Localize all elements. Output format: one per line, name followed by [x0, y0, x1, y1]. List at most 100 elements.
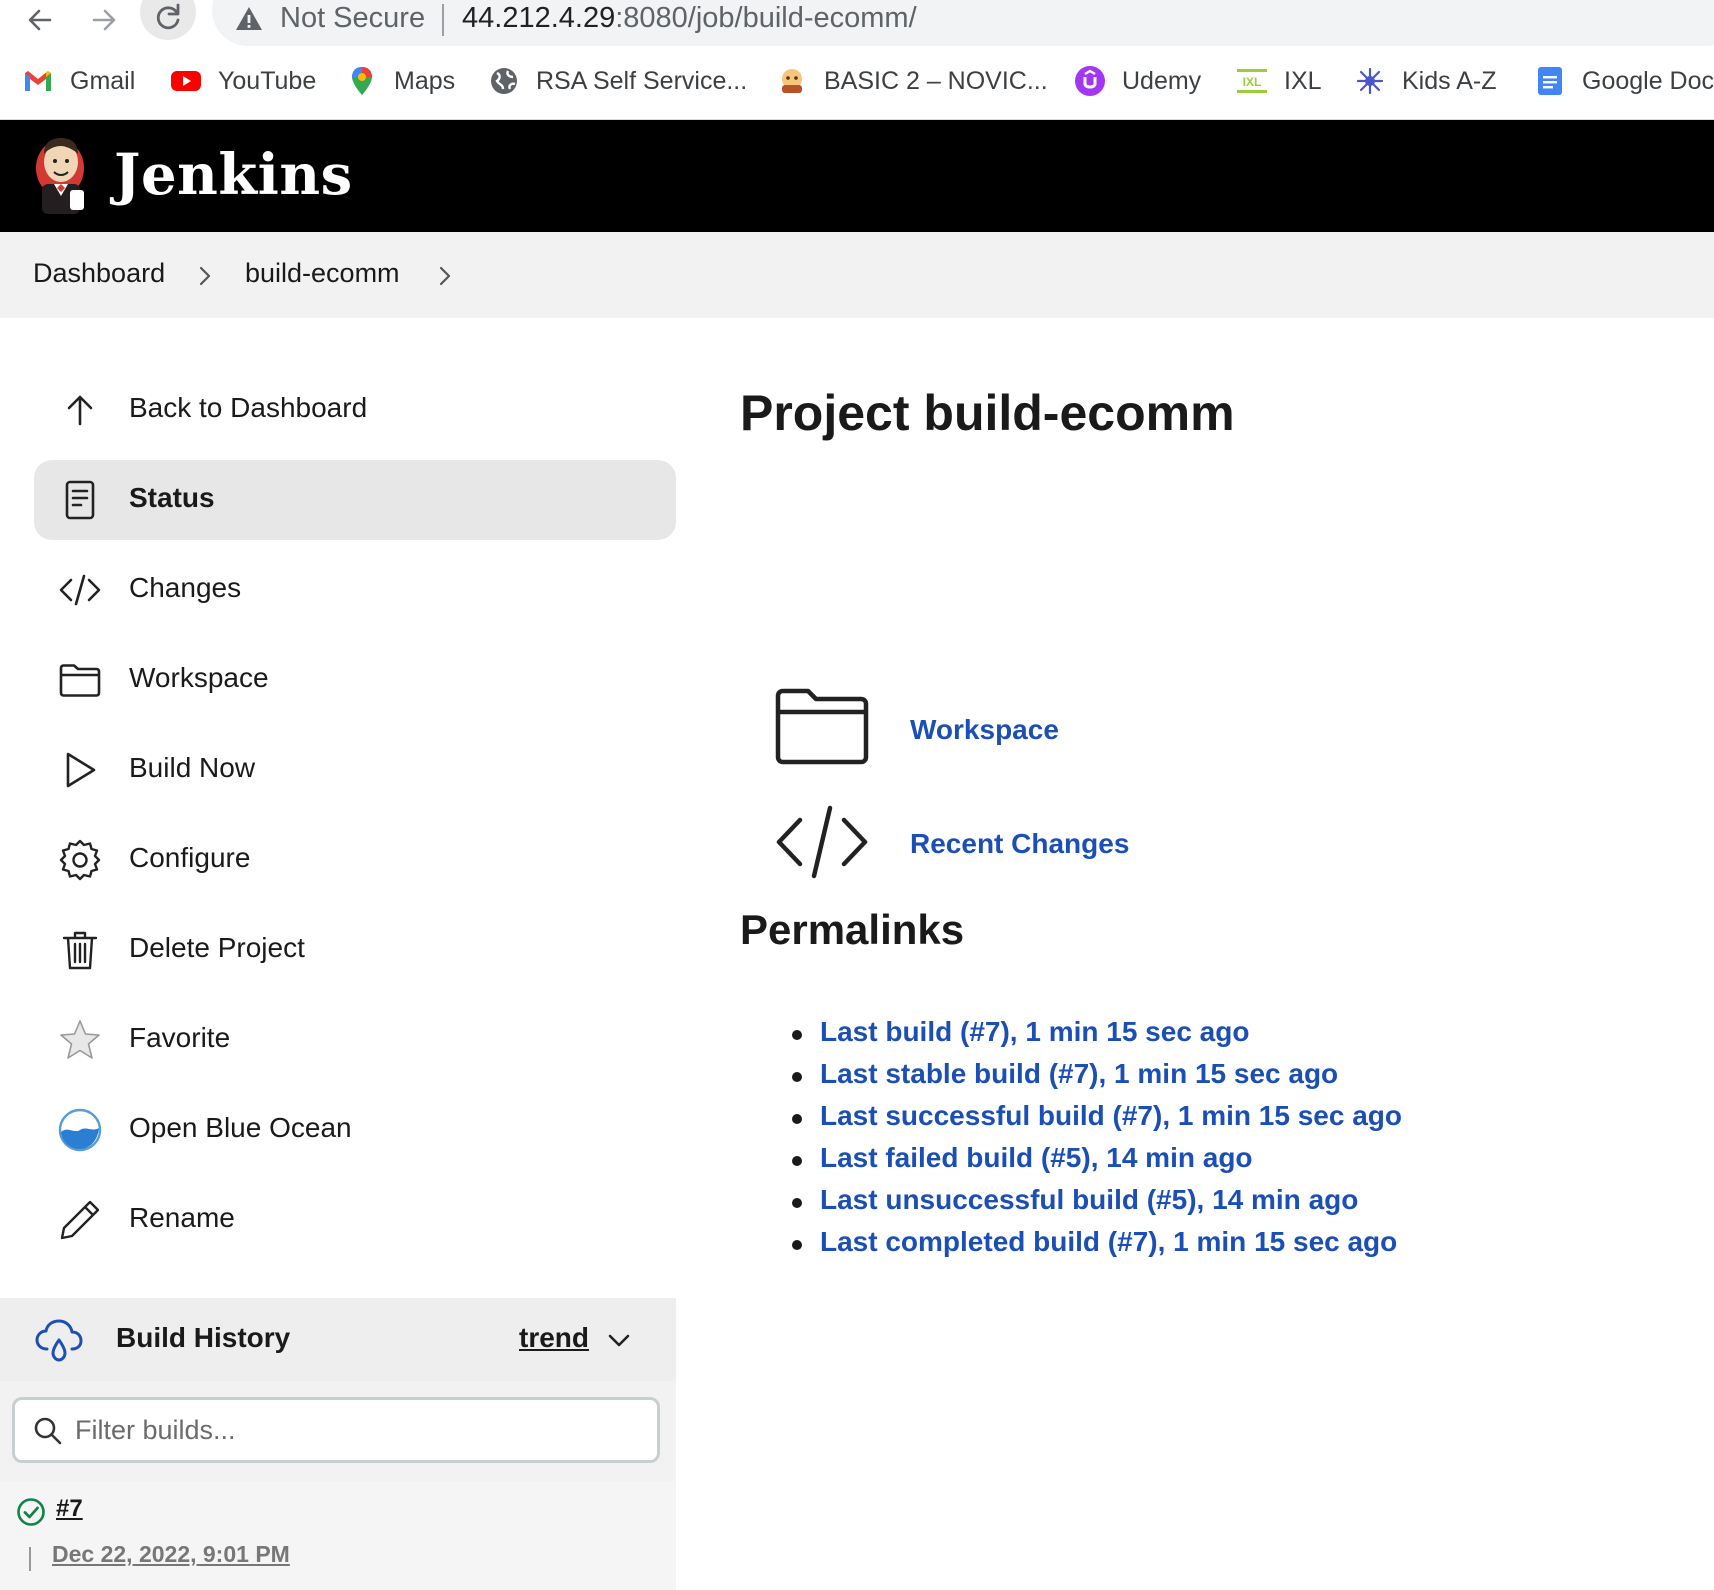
browser-chrome: Not Secure 44.212.4.29:8080/job/build-ec… [0, 0, 1714, 120]
permalink-item[interactable]: Last build (#7), 1 min 15 sec ago [792, 1016, 1402, 1058]
task-label: Rename [129, 1202, 235, 1233]
play-icon [66, 752, 96, 788]
arrow-right-icon [92, 9, 116, 31]
permalink-label[interactable]: Last unsuccessful build (#5), 14 min ago [820, 1184, 1358, 1215]
bookmarks-bar: Gmail YouTube Maps RSA Self Service... B… [0, 58, 1714, 104]
search-icon [34, 1417, 62, 1445]
build-date-link[interactable]: Dec 22, 2022, 9:01 PM [52, 1541, 290, 1568]
bookmark-google-doc[interactable]: Google Doc [1534, 58, 1714, 104]
youtube-icon [170, 65, 202, 97]
reload-button[interactable] [140, 0, 196, 40]
bookmark-label: YouTube [218, 66, 317, 95]
task-status[interactable]: Status [34, 460, 676, 540]
task-workspace[interactable]: Workspace [34, 640, 676, 720]
bullet [792, 1156, 802, 1166]
filter-area [0, 1381, 676, 1481]
task-delete-project[interactable]: Delete Project [34, 910, 676, 990]
svg-text:IXL: IXL [1243, 75, 1262, 89]
permalink-label[interactable]: Last stable build (#7), 1 min 15 sec ago [820, 1058, 1338, 1089]
permalinks-list: Last build (#7), 1 min 15 sec ago Last s… [792, 1016, 1402, 1268]
build-timeline-bar [29, 1547, 31, 1571]
bookmark-udemy[interactable]: Udemy [1074, 58, 1201, 104]
jenkins-butler-logo[interactable] [30, 132, 92, 218]
bookmark-label: BASIC 2 – NOVIC... [824, 66, 1048, 95]
url-text[interactable]: 44.212.4.29:8080/job/build-ecomm/ [462, 2, 917, 35]
bookmark-kids-az[interactable]: Kids A-Z [1354, 58, 1496, 104]
permalink-item[interactable]: Last stable build (#7), 1 min 15 sec ago [792, 1058, 1402, 1100]
maps-icon [346, 65, 378, 97]
filter-builds-input[interactable] [75, 1408, 635, 1452]
blue-ocean-icon [58, 1108, 102, 1152]
bookmark-label: Google Doc [1582, 66, 1714, 95]
security-label[interactable]: Not Secure [280, 2, 425, 35]
bookmark-label: Maps [394, 66, 456, 95]
code-icon[interactable] [774, 802, 870, 882]
task-label: Back to Dashboard [129, 392, 368, 423]
task-label: Changes [129, 572, 242, 603]
task-label: Build Now [129, 752, 256, 783]
jenkins-title[interactable]: Jenkins [114, 142, 353, 208]
task-label: Status [129, 482, 215, 513]
arrow-left-icon [28, 9, 52, 31]
bullet [792, 1030, 802, 1040]
task-configure[interactable]: Configure [34, 820, 676, 900]
code-icon [59, 574, 101, 606]
build-number-link[interactable]: #7 [56, 1495, 83, 1523]
workspace-link[interactable]: Workspace [910, 714, 1059, 746]
task-label: Workspace [129, 662, 269, 693]
ixl-icon: IXL [1236, 65, 1268, 97]
chevron-right-icon[interactable] [436, 264, 454, 288]
permalink-label[interactable]: Last build (#7), 1 min 15 sec ago [820, 1016, 1249, 1047]
bookmark-label: Gmail [70, 66, 136, 95]
document-icon [65, 480, 95, 520]
bookmark-maps[interactable]: Maps [346, 58, 455, 104]
task-changes[interactable]: Changes [34, 550, 676, 630]
permalink-label[interactable]: Last failed build (#5), 14 min ago [820, 1142, 1253, 1173]
chevron-right-icon[interactable] [196, 264, 214, 288]
folder-icon[interactable] [774, 686, 870, 766]
url-path: :8080/job/build-ecomm/ [615, 2, 917, 34]
star-icon [60, 1020, 100, 1059]
trend-link[interactable]: trend [519, 1322, 589, 1354]
arrow-up-icon [67, 395, 93, 426]
task-open-blue-ocean[interactable]: Open Blue Ocean [34, 1090, 676, 1170]
bookmark-label: RSA Self Service... [536, 66, 748, 95]
bullet [792, 1114, 802, 1124]
permalink-item[interactable]: Last failed build (#5), 14 min ago [792, 1142, 1402, 1184]
task-favorite[interactable]: Favorite [34, 1000, 676, 1080]
bookmark-basic-novice[interactable]: BASIC 2 – NOVIC... [776, 58, 1048, 104]
bookmark-rsa[interactable]: RSA Self Service... [488, 58, 747, 104]
cloud-rain-icon [35, 1319, 83, 1362]
breadcrumb: Dashboard build-ecomm [0, 232, 1714, 318]
chevron-down-icon[interactable] [606, 1330, 632, 1350]
bookmark-gmail[interactable]: Gmail [22, 58, 135, 104]
permalink-item[interactable]: Last completed build (#7), 1 min 15 sec … [792, 1226, 1402, 1268]
google-docs-icon [1534, 65, 1566, 97]
gmail-icon [22, 65, 54, 97]
permalink-label[interactable]: Last successful build (#7), 1 min 15 sec… [820, 1100, 1402, 1131]
pencil-icon [60, 1200, 100, 1240]
breadcrumb-item-build-ecomm[interactable]: build-ecomm [245, 258, 400, 289]
breadcrumb-item-dashboard[interactable]: Dashboard [33, 258, 165, 289]
address-bar[interactable] [212, 0, 1714, 46]
filter-builds-box [12, 1397, 660, 1463]
page-title: Project build-ecomm [740, 385, 1235, 441]
permalinks-heading: Permalinks [740, 906, 965, 953]
back-nav-button[interactable] [12, 0, 68, 40]
forward-nav-button[interactable] [76, 0, 132, 40]
task-rename[interactable]: Rename [34, 1180, 676, 1260]
success-check-icon [17, 1498, 45, 1526]
permalink-label[interactable]: Last completed build (#7), 1 min 15 sec … [820, 1226, 1397, 1257]
recent-changes-link[interactable]: Recent Changes [910, 828, 1129, 860]
bookmark-ixl[interactable]: IXL IXL [1236, 58, 1322, 104]
build-history-row: #7 Dec 22, 2022, 9:01 PM [0, 1481, 676, 1590]
jenkins-header: Jenkins [0, 120, 1714, 232]
permalink-item[interactable]: Last successful build (#7), 1 min 15 sec… [792, 1100, 1402, 1142]
bookmark-youtube[interactable]: YouTube [170, 58, 316, 104]
permalink-item[interactable]: Last unsuccessful build (#5), 14 min ago [792, 1184, 1402, 1226]
task-build-now[interactable]: Build Now [34, 730, 676, 810]
build-history-title: Build History [116, 1322, 291, 1353]
bookmark-label: Kids A-Z [1402, 66, 1497, 95]
task-back-to-dashboard[interactable]: Back to Dashboard [34, 370, 676, 450]
kids-az-icon [1354, 65, 1386, 97]
